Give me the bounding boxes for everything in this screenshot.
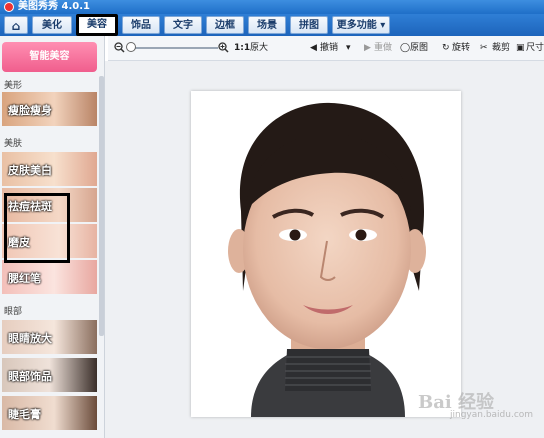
redo-button[interactable]: 重做 — [374, 42, 392, 54]
rotate-icon[interactable]: ↻ — [442, 42, 450, 54]
zoom-in-icon[interactable] — [218, 42, 229, 53]
tool-label: 眼部饰品 — [8, 370, 52, 383]
tab-beautify[interactable]: 美化 — [32, 16, 72, 34]
edit-toolbar: 1:1 原大 ◀ 撤销 ▾ ▶ 重做 ◯ 原图 ↻ 旋转 ✂ 裁剪 ▣ 尺寸 — [108, 36, 544, 61]
tool-skin-whiten[interactable]: 皮肤美白 — [2, 152, 97, 186]
tool-eye-accessory[interactable]: 眼部饰品 — [2, 358, 97, 392]
tab-text[interactable]: 文字 — [164, 16, 202, 34]
smart-beauty-button[interactable]: 智能美容 — [2, 42, 97, 72]
home-icon[interactable]: ⌂ — [4, 16, 28, 34]
scissors-icon[interactable]: ✂ — [480, 42, 488, 54]
resize-icon[interactable]: ▣ — [516, 42, 525, 54]
chevron-down-icon[interactable]: ▾ — [346, 42, 351, 54]
portrait-illustration — [191, 91, 461, 417]
highlight-box — [4, 193, 70, 263]
section-label-eyes: 眼部 — [4, 307, 23, 317]
title-bar: 美图秀秀 4.0.1 — [0, 0, 544, 14]
tool-face-slim[interactable]: 瘦脸瘦身 — [2, 92, 97, 126]
sidebar-scrollbar[interactable] — [99, 76, 104, 336]
section-label-skin: 美肤 — [4, 139, 23, 149]
tool-label: 瘦脸瘦身 — [8, 104, 52, 117]
tab-accessories[interactable]: 饰品 — [122, 16, 160, 34]
original-image-button[interactable]: 原图 — [410, 42, 428, 54]
tab-frame[interactable]: 边框 — [206, 16, 244, 34]
tool-eye-enlarge[interactable]: 眼睛放大 — [2, 320, 97, 354]
zoom-out-icon[interactable] — [114, 42, 125, 53]
tab-more-functions[interactable]: 更多功能 ▾ — [332, 16, 390, 34]
zoom-ratio[interactable]: 1:1 — [234, 42, 250, 54]
zoom-slider-handle[interactable] — [126, 42, 136, 52]
undo-button[interactable]: 撤销 — [320, 42, 338, 54]
tab-beauty[interactable]: 美容 — [76, 14, 118, 36]
window-title: 美图秀秀 4.0.1 — [18, 1, 90, 12]
tool-label: 皮肤美白 — [8, 164, 52, 177]
watermark-url: jingyan.baidu.com — [450, 410, 534, 420]
crop-button[interactable]: 裁剪 — [492, 42, 510, 54]
main-tab-bar: ⌂ 美化 美容 饰品 文字 边框 场景 拼图 更多功能 ▾ — [0, 14, 544, 36]
tab-collage[interactable]: 拼图 — [290, 16, 328, 34]
original-image-icon[interactable]: ◯ — [400, 42, 410, 54]
image-canvas[interactable] — [105, 61, 544, 438]
section-label-shape: 美形 — [4, 81, 23, 91]
rotate-button[interactable]: 旋转 — [452, 42, 470, 54]
portrait-photo[interactable] — [191, 91, 461, 417]
resize-button[interactable]: 尺寸 — [526, 42, 544, 54]
tool-mascara[interactable]: 睫毛膏 — [2, 396, 97, 430]
tool-label: 睫毛膏 — [8, 408, 41, 421]
tool-blush[interactable]: 腮红笔 — [2, 260, 97, 294]
smart-beauty-label: 智能美容 — [29, 51, 70, 62]
tab-scene[interactable]: 场景 — [248, 16, 286, 34]
redo-icon[interactable]: ▶ — [364, 42, 371, 54]
original-size-button[interactable]: 原大 — [250, 42, 268, 54]
app-logo-icon — [4, 2, 14, 12]
sidebar: 智能美容 美形 瘦脸瘦身 美肤 皮肤美白 祛痘祛斑 磨皮 腮红笔 眼部 眼睛放大… — [0, 36, 105, 438]
zoom-slider[interactable] — [128, 47, 218, 49]
tool-label: 腮红笔 — [8, 272, 41, 285]
tool-label: 眼睛放大 — [8, 332, 52, 345]
undo-icon[interactable]: ◀ — [310, 42, 317, 54]
